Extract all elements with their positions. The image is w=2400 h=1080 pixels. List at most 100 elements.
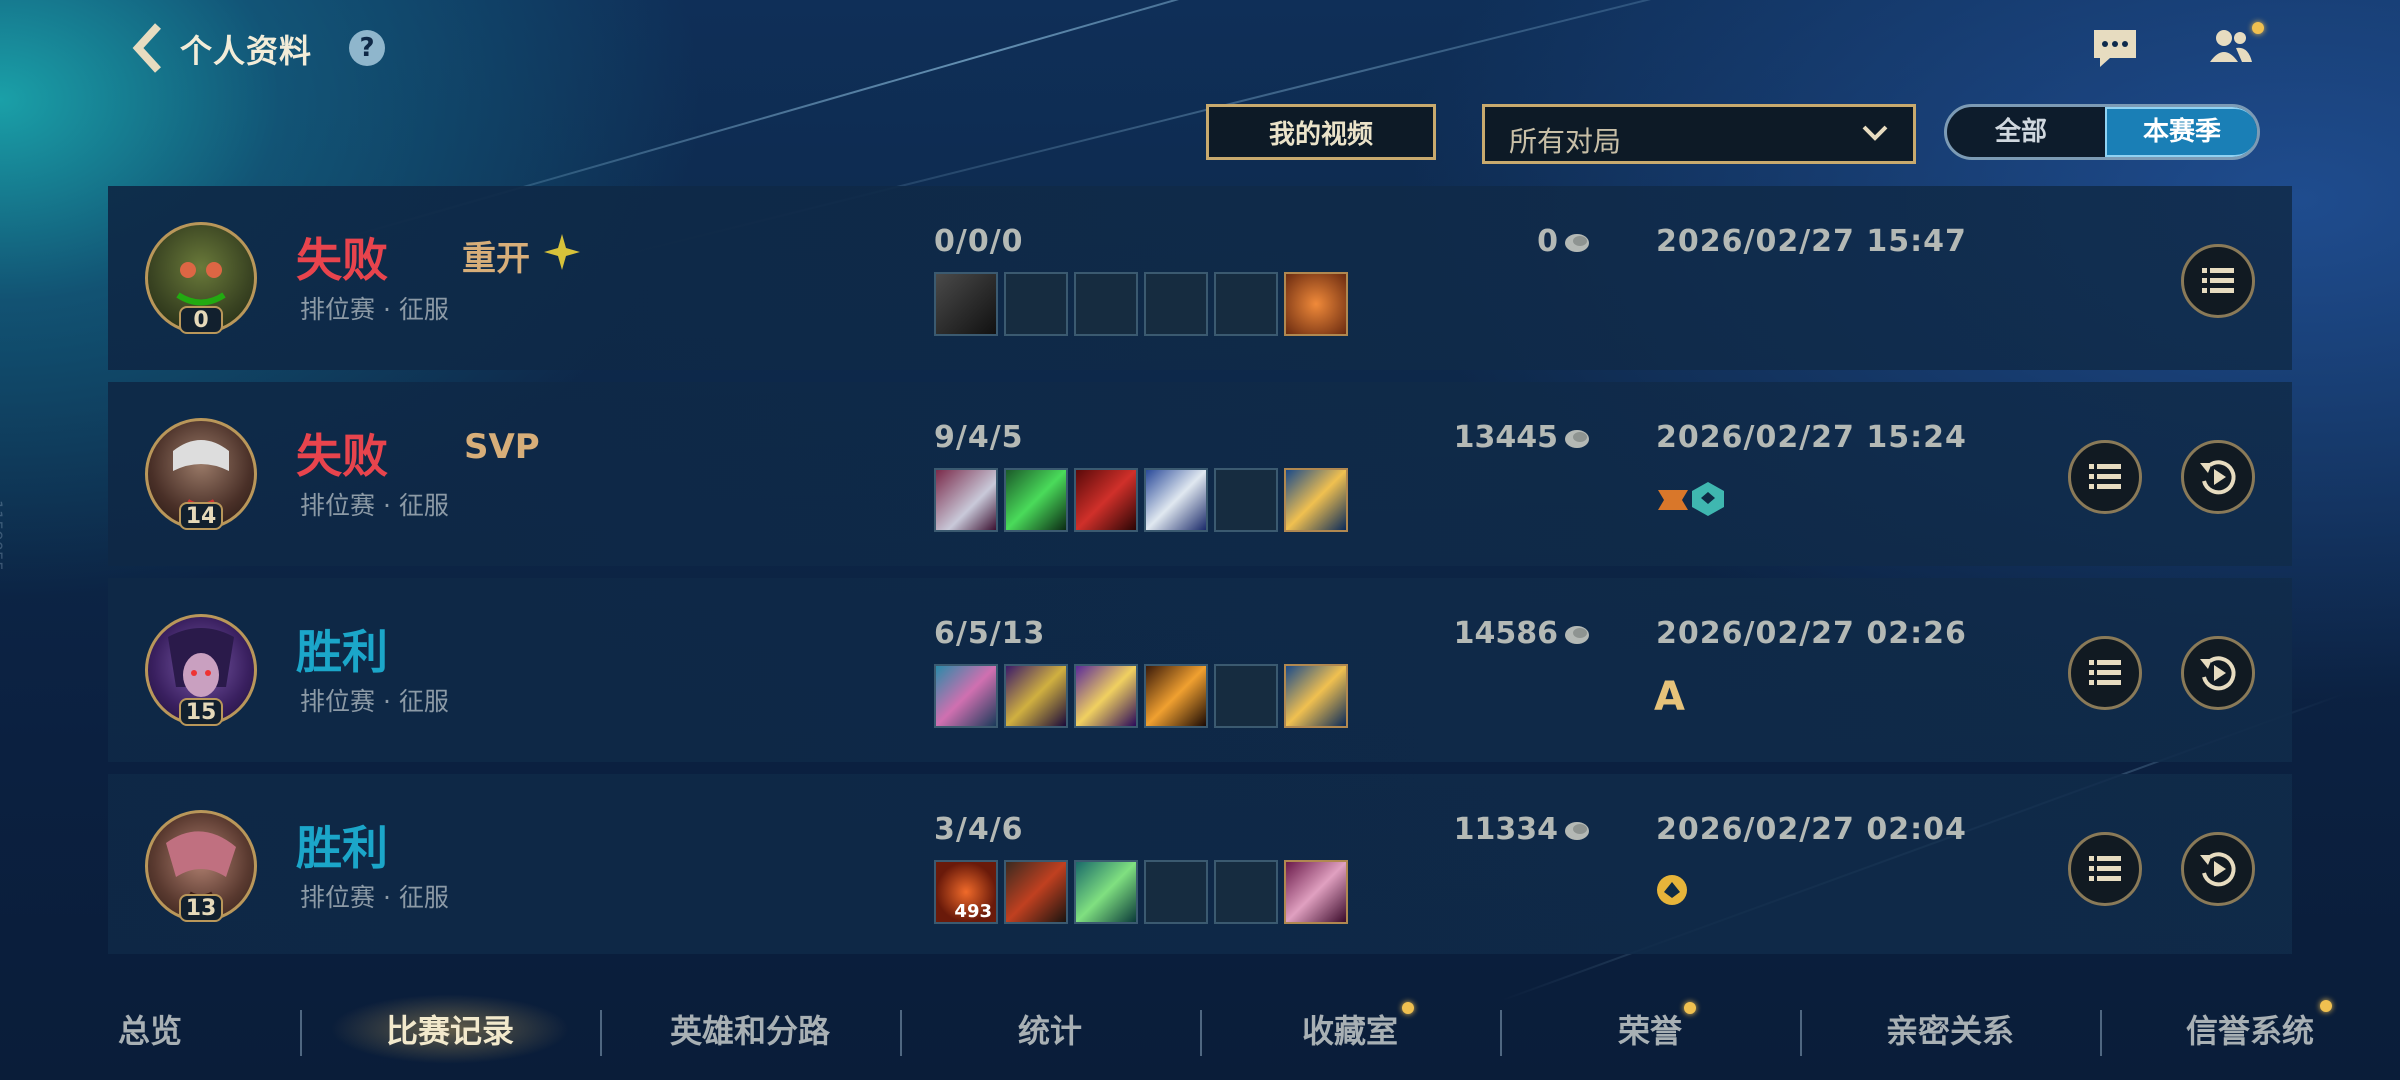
match-history-list[interactable]: 0 失败 重开 排位赛 · 征服 0/0/0 0 2026/02/27 15:4…	[108, 186, 2292, 954]
gold-earned: 0	[1537, 224, 1558, 259]
item-slot	[1074, 468, 1138, 532]
season-scope-toggle[interactable]: 全部 本赛季	[1944, 104, 2260, 160]
tab-stats[interactable]: 统计	[900, 1006, 1200, 1052]
match-date: 2026/02/27 02:26	[1656, 616, 1967, 651]
notification-dot	[2252, 22, 2264, 34]
gold-earned: 11334	[1453, 812, 1558, 847]
tab-honor[interactable]: 荣誉	[1500, 1006, 1800, 1052]
match-details-button[interactable]	[2068, 440, 2142, 514]
item-slot	[1214, 664, 1278, 728]
scope-season-option[interactable]: 本赛季	[2105, 107, 2257, 157]
item-slot	[1004, 468, 1068, 532]
replay-button[interactable]	[2181, 440, 2255, 514]
match-details-button[interactable]	[2068, 636, 2142, 710]
champion-level-badge: 14	[179, 502, 223, 530]
item-slot	[1144, 272, 1208, 336]
match-row[interactable]: 0 失败 重开 排位赛 · 征服 0/0/0 0 2026/02/27 15:4…	[108, 186, 2292, 370]
tab-overview[interactable]: 总览	[0, 1006, 300, 1052]
list-icon	[2089, 660, 2121, 685]
match-tag: SVP	[464, 427, 540, 467]
scope-all-option[interactable]: 全部	[1947, 107, 2095, 157]
match-row[interactable]: 14 失败 SVP 排位赛 · 征服 9/4/5 13445 2026/02/2…	[108, 382, 2292, 566]
match-filter-value: 所有对局	[1509, 125, 1622, 158]
trinket-slot	[1284, 272, 1348, 336]
item-stack-count: 493	[954, 901, 992, 922]
remake-icon	[544, 234, 580, 270]
replay-icon	[2200, 656, 2236, 691]
friends-icon[interactable]	[2206, 24, 2256, 70]
trinket-slot	[1284, 860, 1348, 924]
match-result: 胜利	[296, 625, 388, 679]
gold-coin-icon	[1565, 822, 1589, 840]
item-slot	[934, 468, 998, 532]
kda: 0/0/0	[934, 224, 1024, 259]
tab-match-history[interactable]: 比赛记录	[300, 1006, 600, 1052]
bottom-tab-bar: 总览 比赛记录 英雄和分路 统计 收藏室 荣誉 亲密关系 信誉系统	[0, 980, 2400, 1080]
gold-coin-icon	[1565, 234, 1589, 252]
champion-level-badge: 15	[179, 698, 223, 726]
list-icon	[2089, 856, 2121, 881]
game-mode: 排位赛 · 征服	[300, 687, 449, 716]
gold-coin-icon	[1565, 626, 1589, 644]
tab-relationships[interactable]: 亲密关系	[1800, 1006, 2100, 1052]
item-slot	[1144, 664, 1208, 728]
item-slot	[1214, 272, 1278, 336]
item-slot: 493	[934, 860, 998, 924]
item-slot	[1074, 664, 1138, 728]
match-date: 2026/02/27 15:47	[1656, 224, 1967, 259]
match-row[interactable]: 13 胜利 排位赛 · 征服 3/4/6 11334 493 2026/02/2…	[108, 774, 2292, 954]
match-date: 2026/02/27 02:04	[1656, 812, 1967, 847]
item-slot	[1004, 860, 1068, 924]
item-slot	[934, 664, 998, 728]
notification-dot	[1402, 1002, 1414, 1014]
game-mode: 排位赛 · 征服	[300, 491, 449, 520]
notification-dot	[2320, 1000, 2332, 1012]
back-icon[interactable]	[128, 22, 168, 74]
replay-icon	[2200, 852, 2236, 887]
list-icon	[2202, 268, 2234, 293]
trinket-slot	[1284, 468, 1348, 532]
gold-coin-icon	[1565, 430, 1589, 448]
item-slot	[1004, 272, 1068, 336]
gold-earned: 14586	[1453, 616, 1558, 651]
kda: 3/4/6	[934, 812, 1024, 847]
item-slot	[1144, 468, 1208, 532]
tab-honor-system[interactable]: 信誉系统	[2100, 1006, 2400, 1052]
match-filter-select[interactable]: 所有对局	[1482, 104, 1916, 164]
item-slot	[1214, 468, 1278, 532]
replay-icon	[2200, 460, 2236, 495]
match-row[interactable]: 15 胜利 排位赛 · 征服 6/5/13 14586 2026/02/27 0…	[108, 578, 2292, 762]
my-videos-button[interactable]: 我的视频	[1206, 104, 1436, 160]
item-slot	[934, 272, 998, 336]
game-mode: 排位赛 · 征服	[300, 295, 449, 324]
tab-collection[interactable]: 收藏室	[1200, 1006, 1500, 1052]
match-result: 胜利	[296, 821, 388, 875]
kda: 9/4/5	[934, 420, 1024, 455]
replay-button[interactable]	[2181, 832, 2255, 906]
trinket-slot	[1284, 664, 1348, 728]
replay-button[interactable]	[2181, 636, 2255, 710]
match-result: 失败	[296, 233, 388, 287]
champion-level-badge: 0	[179, 306, 223, 334]
page-title: 个人资料	[180, 32, 313, 70]
match-details-button[interactable]	[2181, 244, 2255, 318]
item-slot	[1004, 664, 1068, 728]
match-date: 2026/02/27 15:24	[1656, 420, 1967, 455]
watermark: 1159055	[0, 500, 6, 572]
item-slot	[1074, 860, 1138, 924]
list-icon	[2089, 464, 2121, 489]
match-result: 失败	[296, 429, 388, 483]
item-slot	[1144, 860, 1208, 924]
chevron-down-icon	[1862, 125, 1888, 141]
match-details-button[interactable]	[2068, 832, 2142, 906]
item-slot	[1074, 272, 1138, 336]
item-slot	[1214, 860, 1278, 924]
kda: 6/5/13	[934, 616, 1046, 651]
match-tag: 重开	[462, 239, 530, 279]
help-icon[interactable]: ?	[349, 30, 385, 66]
game-mode: 排位赛 · 征服	[300, 883, 449, 912]
notification-dot	[1684, 1002, 1696, 1014]
honor-badge-icon	[1657, 875, 1687, 905]
chat-icon[interactable]	[2090, 24, 2140, 70]
tab-champions-roles[interactable]: 英雄和分路	[600, 1006, 900, 1052]
